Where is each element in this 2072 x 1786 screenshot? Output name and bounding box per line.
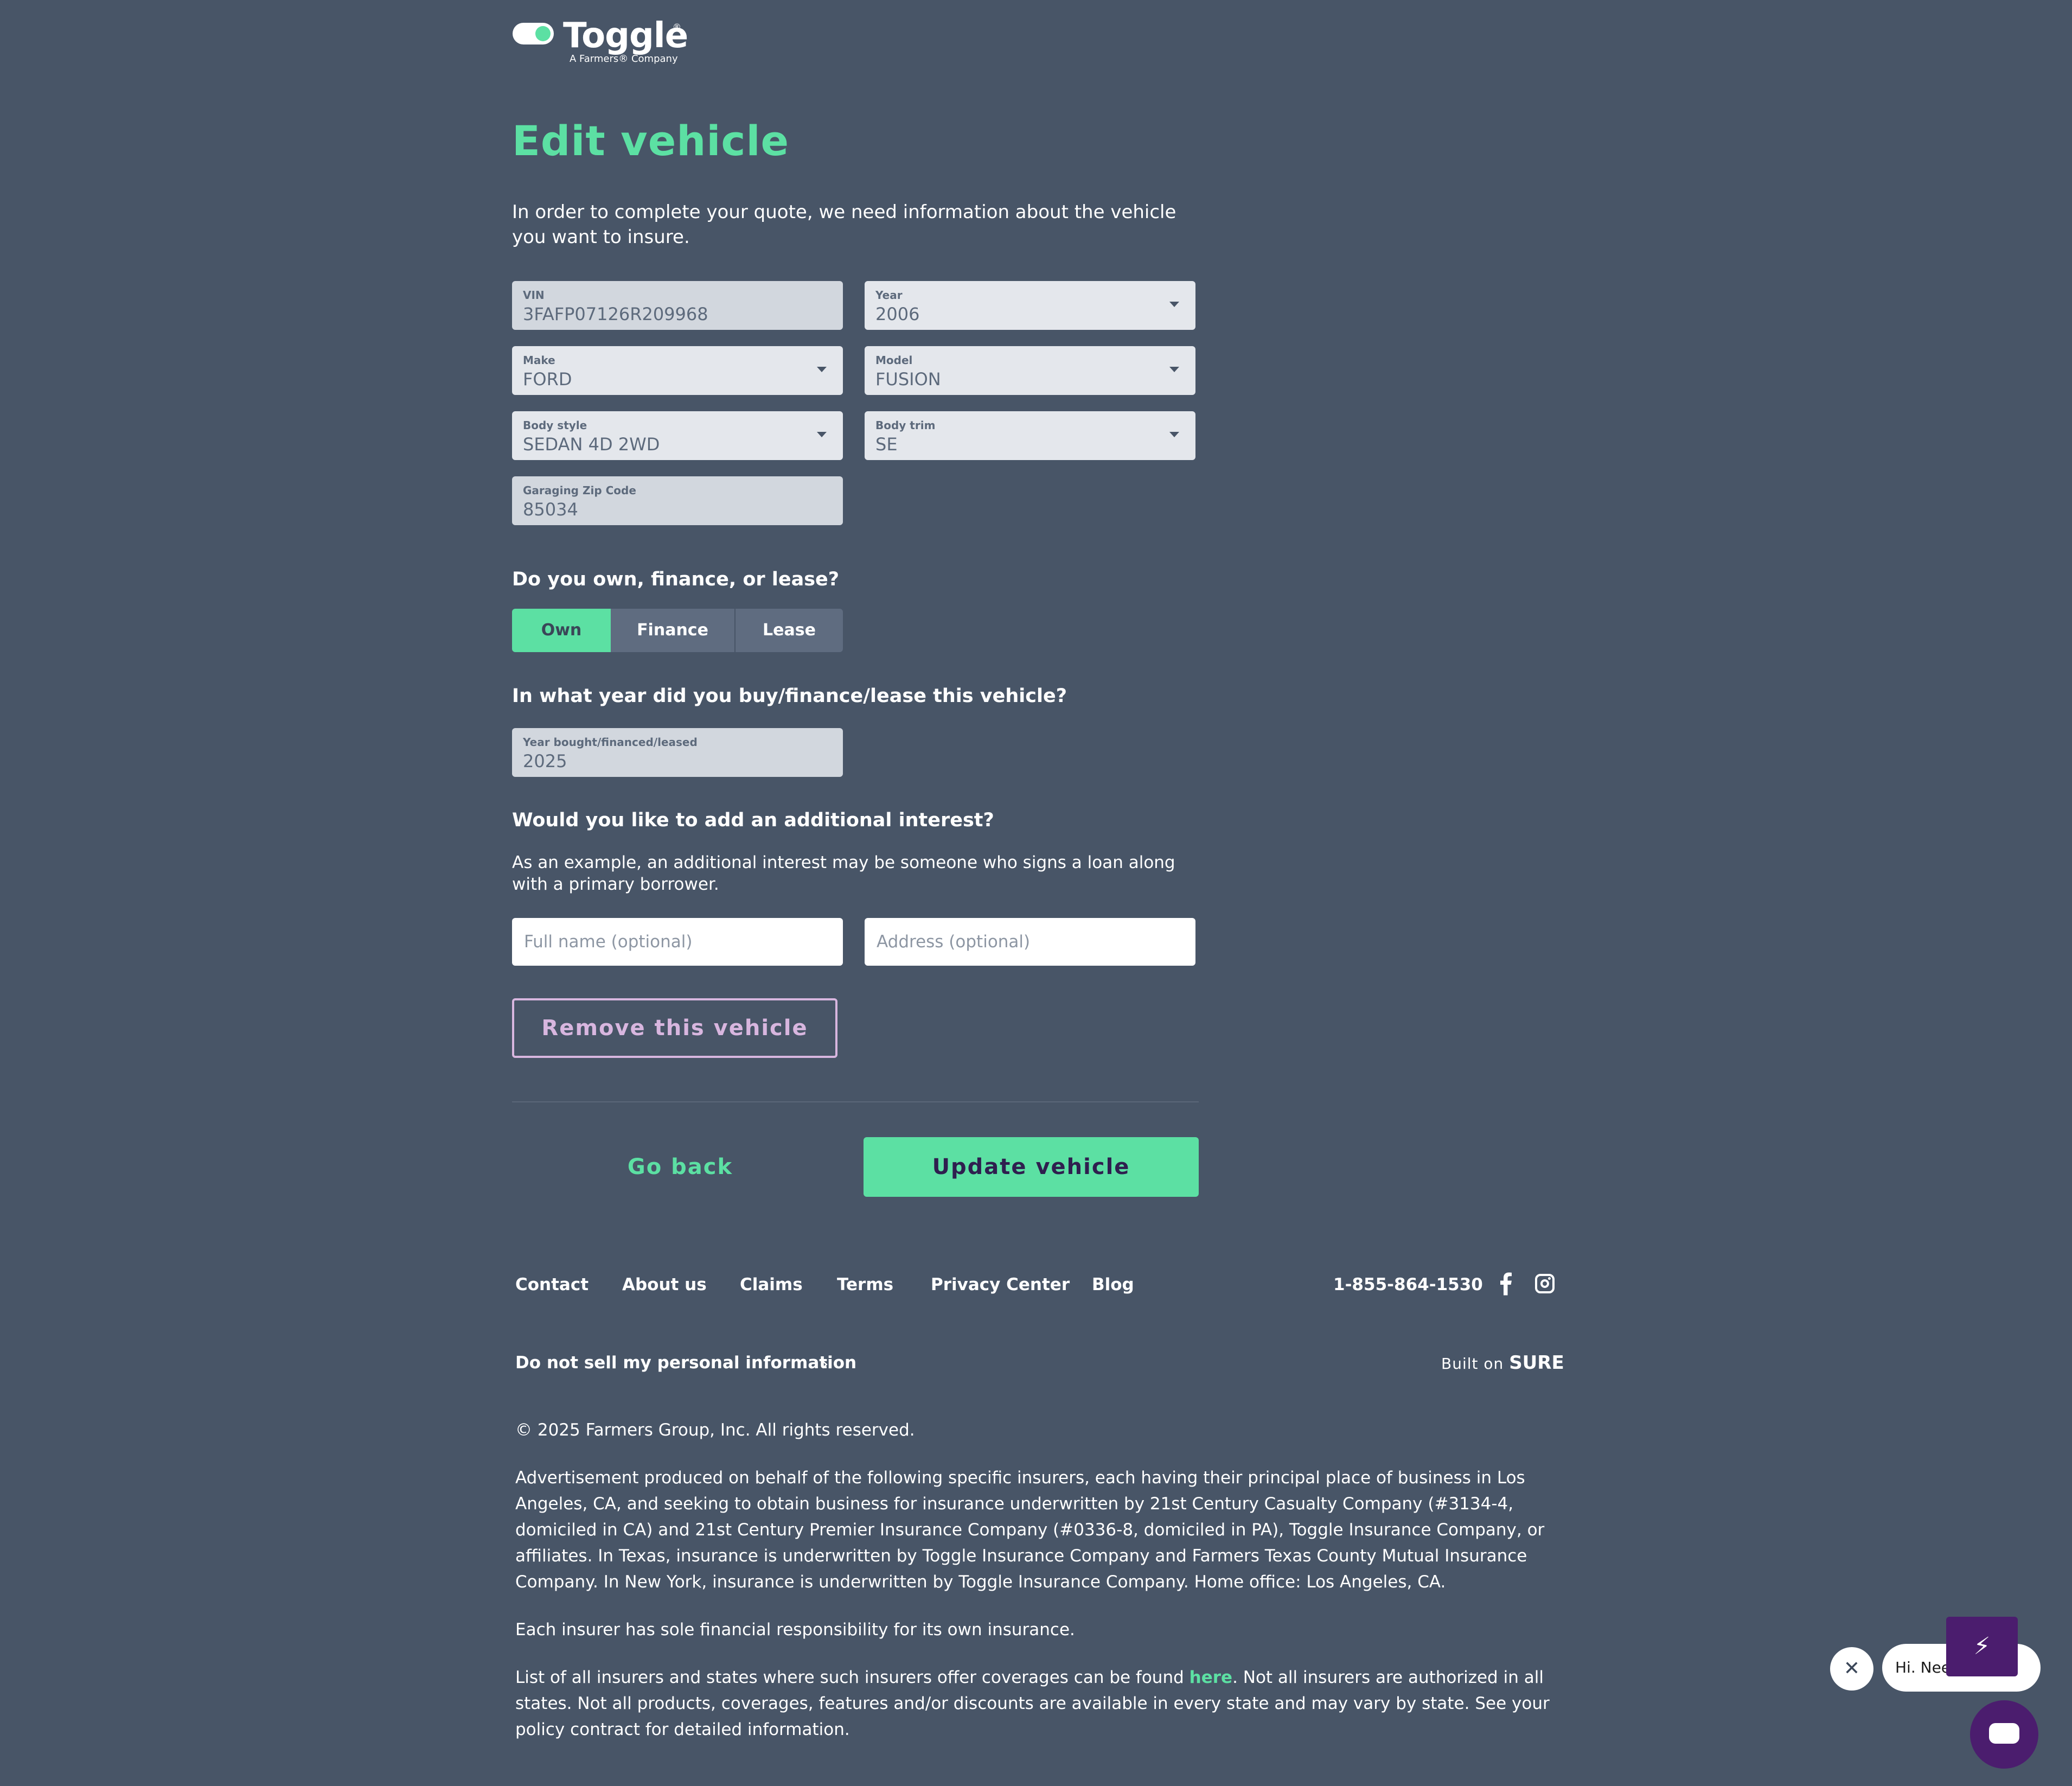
divider xyxy=(512,1101,1199,1102)
chevron-down-icon xyxy=(817,432,827,437)
year-bought-label: Year bought/financed/leased xyxy=(523,736,698,749)
body-trim-select[interactable]: Body trim SE xyxy=(865,411,1195,460)
model-label: Model xyxy=(875,354,913,367)
legal-insurers-pre: List of all insurers and states where su… xyxy=(515,1668,1190,1687)
model-value: FUSION xyxy=(875,369,941,390)
go-back-button[interactable]: Go back xyxy=(512,1137,848,1197)
remove-vehicle-button[interactable]: Remove this vehicle xyxy=(512,998,837,1058)
facebook-icon[interactable] xyxy=(1497,1271,1513,1296)
here-link[interactable]: here xyxy=(1190,1668,1232,1687)
ownership-question: Do you own, finance, or lease? xyxy=(512,569,840,590)
built-on-prefix: Built on xyxy=(1441,1355,1504,1373)
legal-advertisement: Advertisement produced on behalf of the … xyxy=(515,1468,1545,1592)
body-style-value: SEDAN 4D 2WD xyxy=(523,434,660,455)
copyright: © 2025 Farmers Group, Inc. All rights re… xyxy=(515,1420,915,1440)
chat-icon xyxy=(1989,1723,2019,1744)
year-bought-field: Year bought/financed/leased 2025 xyxy=(512,728,843,777)
do-not-sell-link[interactable]: Do not sell my personal information xyxy=(515,1353,856,1373)
page-title: Edit vehicle xyxy=(512,117,790,165)
footer-link-terms[interactable]: Terms xyxy=(837,1275,893,1294)
chevron-down-icon xyxy=(817,367,827,372)
footer-link-blog[interactable]: Blog xyxy=(1092,1275,1134,1294)
additional-interest-question: Would you like to add an additional inte… xyxy=(512,809,994,831)
lease-option[interactable]: Lease xyxy=(736,609,843,652)
legal-insurers-list: List of all insurers and states where su… xyxy=(515,1664,1557,1743)
brand-registered-mark: ® xyxy=(673,22,681,32)
model-select[interactable]: Model FUSION xyxy=(865,346,1195,395)
make-select[interactable]: Make FORD xyxy=(512,346,843,395)
chevron-down-icon xyxy=(1169,302,1179,307)
year-select[interactable]: Year 2006 xyxy=(865,281,1195,330)
body-style-select[interactable]: Body style SEDAN 4D 2WD xyxy=(512,411,843,460)
brand-name[interactable]: Toggle xyxy=(563,13,688,59)
body-style-label: Body style xyxy=(523,419,587,432)
body-trim-value: SE xyxy=(875,434,898,455)
brand-tagline: A Farmers® Company xyxy=(570,53,678,65)
address-input[interactable] xyxy=(865,918,1195,966)
phone-number[interactable]: 1-855-864-1530 xyxy=(1333,1275,1483,1294)
vin-label: VIN xyxy=(523,289,545,302)
chevron-down-icon xyxy=(1169,432,1179,437)
footer-link-claims[interactable]: Claims xyxy=(740,1275,803,1294)
zip-field: Garaging Zip Code 85034 xyxy=(512,476,843,525)
chevron-right-icon[interactable]: › xyxy=(821,1353,829,1375)
footer-link-privacy[interactable]: Privacy Center xyxy=(931,1275,1070,1294)
legal-responsibility: Each insurer has sole financial responsi… xyxy=(515,1620,1075,1640)
full-name-input[interactable] xyxy=(512,918,843,966)
year-bought-question: In what year did you buy/finance/lease t… xyxy=(512,685,1067,707)
year-label: Year xyxy=(875,289,903,302)
close-icon[interactable]: ✕ xyxy=(1830,1647,1873,1691)
additional-interest-description: As an example, an additional interest ma… xyxy=(512,853,1175,894)
year-bought-value: 2025 xyxy=(523,751,567,771)
instagram-icon[interactable] xyxy=(1535,1274,1555,1293)
built-on-sure: Built on SURE xyxy=(1441,1352,1564,1374)
vin-field: VIN 3FAFP07126R209968 xyxy=(512,281,843,330)
zip-label: Garaging Zip Code xyxy=(523,484,636,497)
body-trim-label: Body trim xyxy=(875,419,936,432)
year-value: 2006 xyxy=(875,304,920,324)
intro-text: In order to complete your quote, we need… xyxy=(512,201,1176,248)
footer-link-contact[interactable]: Contact xyxy=(515,1275,589,1294)
finance-option[interactable]: Finance xyxy=(611,609,736,652)
zip-value: 85034 xyxy=(523,499,578,520)
sure-logo: SURE xyxy=(1509,1352,1564,1374)
make-label: Make xyxy=(523,354,555,367)
footer-link-about[interactable]: About us xyxy=(622,1275,707,1294)
vin-value: 3FAFP07126R209968 xyxy=(523,304,708,324)
own-option[interactable]: Own xyxy=(512,609,611,652)
make-value: FORD xyxy=(523,369,572,390)
update-vehicle-button[interactable]: Update vehicle xyxy=(864,1137,1199,1197)
toggle-logo-icon[interactable] xyxy=(513,23,554,44)
lightning-icon[interactable]: ⚡ xyxy=(1946,1617,2018,1676)
chat-launcher-button[interactable] xyxy=(1970,1700,2038,1769)
chevron-down-icon xyxy=(1169,367,1179,372)
